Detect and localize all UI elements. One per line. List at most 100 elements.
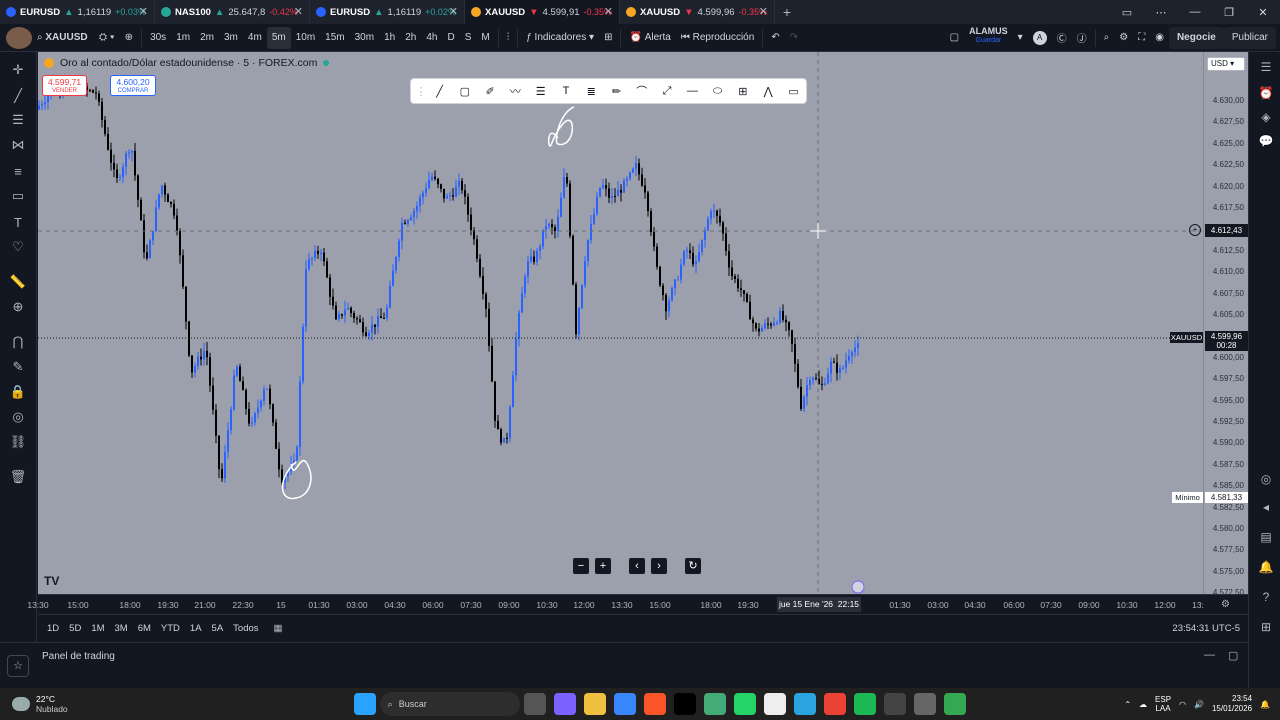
trade-button[interactable]: Negocie <box>1168 26 1224 49</box>
interval-4h[interactable]: 4h <box>421 27 442 49</box>
symbol-search[interactable]: ⌕ XAUUSD <box>32 27 94 49</box>
layout-dropdown-icon[interactable]: ▾ <box>1013 27 1028 49</box>
chrome-icon[interactable] <box>823 693 846 715</box>
wifi-icon[interactable]: ◠ <box>1179 700 1186 709</box>
alert-button[interactable]: ⏰ Alerta <box>624 27 675 49</box>
interval-5m[interactable]: 5m <box>266 26 291 49</box>
range-5D[interactable]: 5D <box>64 623 86 634</box>
fib-icon[interactable]: ≡ <box>8 161 28 181</box>
channel-tool-icon[interactable]: ☰ <box>528 80 553 102</box>
close-icon[interactable]: ✕ <box>759 5 768 18</box>
range-YTD[interactable]: YTD <box>156 623 185 634</box>
range-1D[interactable]: 1D <box>42 623 64 634</box>
taskbar-search[interactable]: ⌕ Buscar <box>379 692 520 716</box>
utc-clock[interactable]: 23:54:31 UTC-5 <box>1172 623 1240 634</box>
notifications-bell-icon[interactable]: 🔔 <box>1260 700 1270 709</box>
interval-2m[interactable]: 2m <box>195 27 219 49</box>
scroll-right-button[interactable]: › <box>651 558 667 574</box>
undo-icon[interactable]: ↶ <box>766 27 784 49</box>
brush-tool-icon[interactable]: ✐ <box>477 80 502 102</box>
tab-xauusd-2[interactable]: XAUUSD ▼ 4.599,96 -0.35% ✕ <box>620 0 775 24</box>
rectangle-icon[interactable]: ▭ <box>8 186 28 206</box>
line-tool-icon[interactable]: ╱ <box>427 80 452 102</box>
fib-tool-icon[interactable]: ≣ <box>579 80 604 102</box>
target-icon[interactable]: ◎ <box>1257 472 1275 490</box>
interval-S[interactable]: S <box>460 27 477 49</box>
interval-4m[interactable]: 4m <box>243 27 267 49</box>
range-5A[interactable]: 5A <box>207 623 229 634</box>
interval-2h[interactable]: 2h <box>400 27 421 49</box>
clock-time[interactable]: 23:54 <box>1212 694 1252 704</box>
chat-icon[interactable]: 💬 <box>1257 134 1275 152</box>
apps-grid-icon[interactable]: ⊞ <box>1257 620 1275 638</box>
zoom-out-button[interactable]: − <box>573 558 589 574</box>
date-range-icon[interactable]: ▦ <box>274 623 283 634</box>
range-1M[interactable]: 1M <box>86 623 109 634</box>
layout-save[interactable]: ALAMUS Guardar <box>964 26 1013 49</box>
trash-icon[interactable]: 🗑 <box>8 467 28 487</box>
app-icon-3[interactable] <box>913 693 936 715</box>
interval-30m[interactable]: 30m <box>350 27 379 49</box>
pencil-lock-icon[interactable]: ✎ <box>8 357 28 377</box>
settings-gear-icon[interactable]: ⚙ <box>1114 27 1133 49</box>
interval-3m[interactable]: 3m <box>219 27 243 49</box>
app-icon[interactable] <box>703 693 726 715</box>
drag-handle-icon[interactable]: ⋮ <box>415 80 427 102</box>
store-icon[interactable] <box>613 693 636 715</box>
j-button[interactable]: Ⓙ <box>1072 27 1092 49</box>
copilot-icon[interactable] <box>553 693 576 715</box>
range-3M[interactable]: 3M <box>110 623 133 634</box>
lang-code[interactable]: ESP <box>1155 695 1171 704</box>
zoom-in-icon[interactable]: ⊕ <box>8 297 28 317</box>
file-explorer-icon[interactable] <box>583 693 606 715</box>
ellipse-tool-icon[interactable]: ⬭ <box>705 80 730 102</box>
link-icon[interactable]: ⛓ <box>8 432 28 452</box>
text-tool-icon[interactable]: T <box>553 80 578 102</box>
trendline-icon[interactable]: ╱ <box>8 86 28 106</box>
callout-tool-icon[interactable]: ▭ <box>781 80 806 102</box>
clock-date[interactable]: 15/01/2026 <box>1212 704 1252 714</box>
maximize-panel-icon[interactable]: ▢ <box>1228 649 1238 662</box>
crosshair-target-icon[interactable]: + <box>1189 224 1201 236</box>
c-button[interactable]: Ⓒ <box>1052 27 1072 49</box>
price-scale[interactable]: USD ▾ 4.630,00 4.627,50 4.625,00 4.622,50 4.… <box>1203 52 1248 619</box>
magnet-icon[interactable]: ⋂ <box>8 332 28 352</box>
compare-button[interactable]: ⛭ ▾ <box>94 27 120 49</box>
pattern-icon[interactable]: ⋈ <box>8 135 28 155</box>
scroll-left-button[interactable]: ‹ <box>629 558 645 574</box>
redo-icon[interactable]: ↷ <box>785 27 803 49</box>
publish-button[interactable]: Publicar <box>1223 26 1276 49</box>
interval-30s[interactable]: 30s <box>145 27 171 49</box>
grid-tool-icon[interactable]: ⊞ <box>730 80 755 102</box>
more-icon[interactable]: ⋯ <box>1144 6 1178 19</box>
app-icon-2[interactable] <box>883 693 906 715</box>
task-view-icon[interactable] <box>523 693 546 715</box>
fullscreen-icon[interactable]: ⛶ <box>1133 27 1150 49</box>
telegram-icon[interactable] <box>793 693 816 715</box>
collapse-icon[interactable]: ◂ <box>1257 500 1275 518</box>
buy-button[interactable]: 4.600,20 COMPRAR <box>110 75 156 96</box>
interval-1m[interactable]: 1m <box>171 27 195 49</box>
rectangle-tool-icon[interactable]: ▢ <box>452 80 477 102</box>
layouts-icon[interactable]: ⊞ <box>599 27 617 49</box>
close-icon[interactable]: ✕ <box>139 5 148 18</box>
indicators-button[interactable]: ƒ Indicadores ▾ <box>521 27 599 49</box>
volume-icon[interactable]: 🔊 <box>1194 700 1204 709</box>
trading-panel-tab[interactable]: Panel de trading <box>42 651 115 662</box>
ray-tool-icon[interactable]: ⤢ <box>654 80 679 102</box>
hline-tool-icon[interactable]: — <box>680 80 705 102</box>
chrome-icon-2[interactable] <box>943 693 966 715</box>
weather-widget[interactable]: 22°C Nublado <box>12 694 68 714</box>
alerts-icon[interactable]: ⏰ <box>1257 86 1275 104</box>
tradingview-icon[interactable] <box>673 693 696 715</box>
add-symbol-button[interactable]: ⊕ <box>120 27 138 49</box>
chart-pane[interactable]: Oro al contado/Dólar estadounidense · 5 … <box>38 52 1203 594</box>
close-window-button[interactable]: ✕ <box>1246 6 1280 19</box>
windows-start-icon[interactable] <box>353 693 376 715</box>
tab-nas100[interactable]: NAS100 ▲ 25.647,8 -0.42% ✕ <box>155 0 310 24</box>
new-tab-button[interactable]: + <box>775 0 799 24</box>
arc-tool-icon[interactable]: ⌒ <box>629 80 654 102</box>
range-1A[interactable]: 1A <box>185 623 207 634</box>
close-icon[interactable]: ✕ <box>294 5 303 18</box>
calendar-icon[interactable]: ▤ <box>1257 530 1275 548</box>
